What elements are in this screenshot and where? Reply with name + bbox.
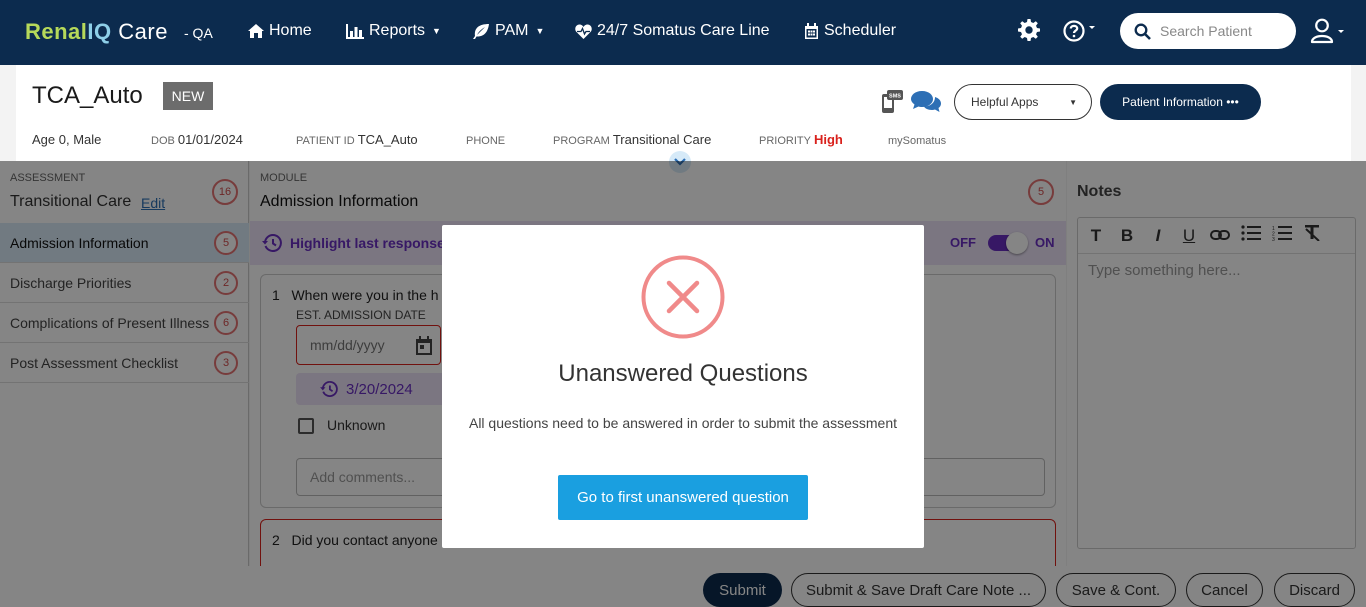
brand-logo[interactable]: RenalIQ Care — [25, 19, 168, 45]
mysomatus-link[interactable]: mySomatus — [888, 132, 949, 147]
user-menu[interactable] — [1310, 18, 1344, 49]
chat-icon[interactable] — [911, 91, 941, 118]
nav-care-line[interactable]: 24/7 Somatus Care Line — [575, 22, 770, 40]
top-navbar: RenalIQ Care - QA Home Reports ▼ PAM ▼ 24/… — [0, 0, 1366, 65]
new-badge: NEW — [163, 82, 213, 110]
nav-home[interactable]: Home — [248, 22, 312, 40]
user-icon — [1310, 18, 1344, 44]
nav-scheduler[interactable]: Scheduler — [804, 22, 896, 40]
nav-pam[interactable]: PAM ▼ — [473, 22, 544, 40]
nav-reports[interactable]: Reports ▼ — [346, 22, 441, 40]
patient-information-button[interactable]: Patient Information ••• — [1100, 84, 1261, 120]
error-x-icon — [641, 255, 725, 344]
modal-title: Unanswered Questions — [558, 360, 808, 387]
leaf-icon — [473, 23, 489, 39]
calendar-icon — [805, 23, 818, 39]
home-icon — [248, 24, 264, 38]
patient-header: TCA_Auto NEW Age 0, Male DOB 01/01/2024 P… — [16, 65, 1351, 161]
patient-dob: DOB 01/01/2024 — [151, 132, 243, 147]
patient-phone: PHONE — [466, 135, 506, 147]
modal-message: All questions need to be answered in ord… — [468, 415, 898, 431]
helpful-apps-dropdown[interactable]: Helpful Apps ▼ — [954, 84, 1092, 120]
patient-search-box[interactable] — [1120, 13, 1296, 49]
patient-program: PROGRAM Transitional Care — [553, 132, 712, 147]
sms-phone-icon[interactable]: SMS — [881, 90, 903, 119]
unanswered-questions-modal: Unanswered Questions All questions need … — [442, 225, 924, 548]
bar-chart-icon — [346, 23, 364, 39]
help-icon[interactable] — [1063, 19, 1095, 48]
patient-priority: PRIORITY High — [759, 132, 843, 147]
patient-name: TCA_Auto — [32, 82, 143, 109]
settings-gear-icon[interactable] — [1018, 19, 1040, 46]
search-input[interactable] — [1160, 23, 1280, 39]
chevron-down-icon: ▼ — [432, 26, 441, 36]
patient-id: PATIENT ID TCA_Auto — [296, 132, 418, 147]
patient-age-sex: Age 0, Male — [32, 132, 102, 147]
svg-text:SMS: SMS — [889, 94, 901, 100]
go-to-first-unanswered-button[interactable]: Go to first unanswered question — [558, 475, 808, 520]
heartbeat-icon — [575, 24, 592, 39]
environment-label: - QA — [184, 25, 213, 41]
chevron-down-icon: ▼ — [1069, 97, 1077, 107]
search-icon — [1134, 23, 1151, 40]
chevron-down-icon: ▼ — [535, 26, 545, 36]
